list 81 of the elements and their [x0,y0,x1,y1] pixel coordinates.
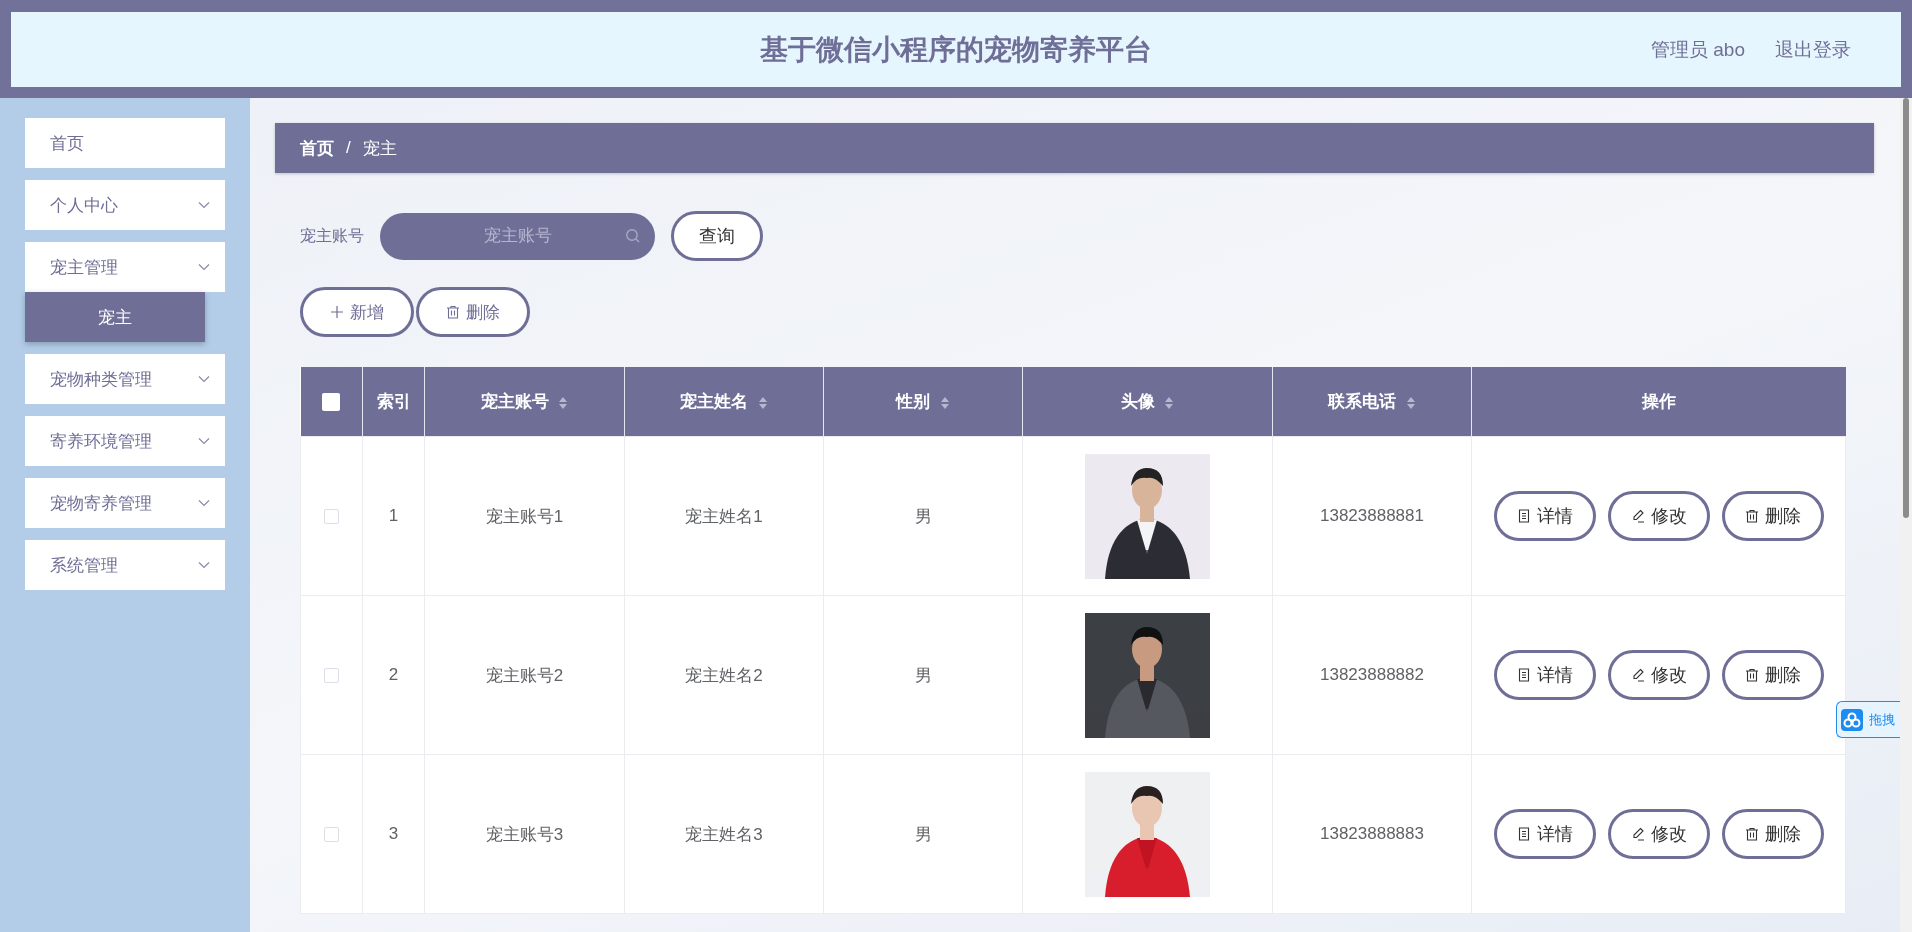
table-cell: 男 [823,754,1023,914]
trash-icon [1744,827,1759,841]
table-cell: 13823888881 [1272,436,1472,596]
delete-button[interactable]: 删除 [1721,809,1824,859]
search-label: 宠主账号 [300,225,364,246]
column-header[interactable]: 宠主姓名 [624,367,824,437]
delete-button[interactable]: 删除 [416,287,530,337]
table-cell: 宠主姓名3 [624,754,824,914]
menu-item[interactable]: 个人中心 [25,180,225,230]
delete-button[interactable]: 删除 [1721,650,1824,700]
menu-item[interactable]: 宠物寄养管理 [25,478,225,528]
delete-button[interactable]: 删除 [1721,491,1824,541]
sort-icon [1164,395,1175,410]
chevron-icon [198,437,210,445]
table-cell: 男 [823,595,1023,755]
table-cell: 1 [362,436,425,596]
table-cell: 2 [362,595,425,755]
submenu-item[interactable]: 宠主 [25,292,205,342]
search-icon [625,227,641,244]
search-field[interactable]: 宠主账号 [380,212,655,260]
menu-item[interactable]: 系统管理 [25,540,225,590]
add-button[interactable]: 新增 [300,287,414,337]
chevron-icon [198,263,210,271]
pencil-icon [1630,509,1645,523]
pencil-icon [1630,827,1645,841]
detail-button[interactable]: 详情 [1493,650,1596,700]
table-cell: 3 [362,754,425,914]
menu-item[interactable]: 寄养环境管理 [25,416,225,466]
table-cell: 13823888883 [1272,754,1472,914]
trash-icon [446,305,460,319]
document-icon [1516,668,1531,682]
table-cell: 宠主账号3 [424,754,625,914]
table-cell: 宠主姓名2 [624,595,824,755]
detail-button[interactable]: 详情 [1493,809,1596,859]
sort-icon [757,395,768,410]
breadcrumb-link[interactable]: 首页 [300,136,334,160]
table-cell: 宠主账号1 [424,436,625,596]
site-title: 基于微信小程序的宠物寄养平台 [760,32,1152,67]
table-cell: 男 [823,436,1023,596]
row-checkbox[interactable] [324,827,339,842]
sort-icon [558,395,569,410]
pencil-icon [1630,668,1645,682]
user-label: 管理员 abo [1651,37,1745,62]
breadcrumb-current: 宠主 [362,137,397,160]
row-checkbox[interactable] [324,509,339,524]
side-widget-label: 拖拽 [1869,710,1895,729]
logout-link[interactable]: 退出登录 [1775,36,1851,63]
column-header[interactable]: 性别 [823,367,1023,437]
document-icon [1516,509,1531,523]
detail-button[interactable]: 详情 [1493,491,1596,541]
edit-button[interactable]: 修改 [1607,809,1710,859]
table-cell: 宠主姓名1 [624,436,824,596]
trash-icon [1744,509,1759,523]
chevron-icon [198,375,210,383]
trash-icon [1744,668,1759,682]
chevron-icon [198,561,210,569]
side-widget[interactable]: 拖拽 [1836,701,1900,738]
document-icon [1516,827,1531,841]
sort-icon [939,395,950,410]
breadcrumb-separator: / [346,138,351,158]
column-header[interactable]: 操作 [1471,367,1846,437]
select-all-checkbox[interactable] [322,393,341,411]
menu-item[interactable]: 宠物种类管理 [25,354,225,404]
query-button[interactable]: 查询 [671,211,763,261]
column-header[interactable]: 联系电话 [1272,367,1472,437]
plus-icon [330,305,344,319]
menu-item[interactable]: 宠主管理 [25,242,225,292]
table-cell: 13823888882 [1272,595,1472,755]
edit-button[interactable]: 修改 [1607,491,1710,541]
edit-button[interactable]: 修改 [1607,650,1710,700]
row-checkbox[interactable] [324,668,339,683]
chevron-icon [198,201,210,209]
column-header[interactable]: 宠主账号 [424,367,625,437]
sort-icon [1405,395,1416,410]
table-cell: 宠主账号2 [424,595,625,755]
chevron-icon [198,499,210,507]
cloud-icon [1841,708,1863,731]
column-header[interactable]: 头像 [1022,367,1273,437]
column-header[interactable]: 索引 [362,367,425,437]
scrollbar[interactable] [1900,98,1912,932]
menu-item[interactable]: 首页 [25,118,225,168]
